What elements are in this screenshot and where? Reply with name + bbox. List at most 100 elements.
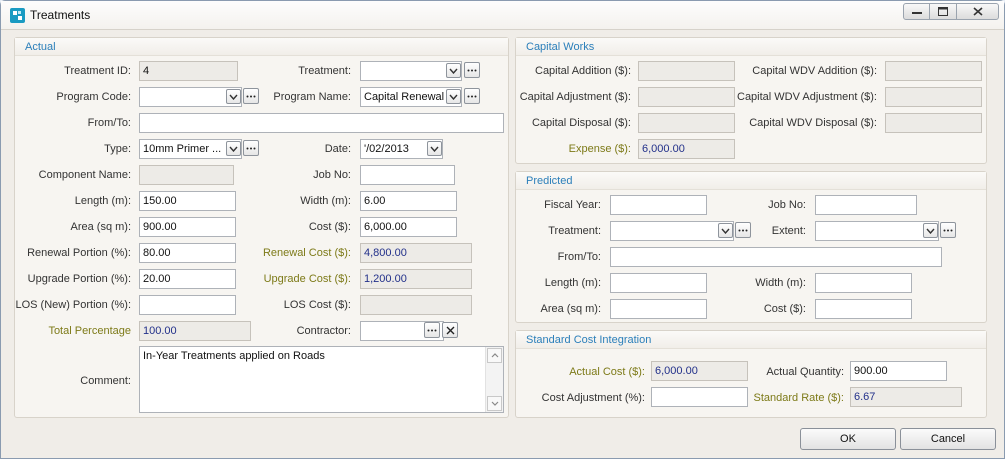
length-input[interactable]: 150.00	[139, 191, 236, 211]
date-dropdown-button[interactable]	[427, 141, 442, 156]
ellipsis-icon	[943, 229, 953, 231]
predicted-from-to-label: From/To:	[557, 251, 601, 263]
scroll-down-button[interactable]	[487, 396, 502, 411]
component-name-label: Component Name:	[38, 169, 131, 181]
predicted-header: Predicted	[516, 172, 986, 190]
area-input[interactable]: 900.00	[139, 217, 236, 237]
expense-field: 6,000.00	[638, 139, 735, 159]
capital-addition-field	[638, 61, 735, 81]
cost-adjustment-label: Cost Adjustment (%):	[541, 392, 645, 404]
contractor-label: Contractor:	[296, 325, 351, 337]
comment-scrollbar[interactable]	[485, 347, 503, 412]
width-label: Width (m):	[300, 195, 351, 207]
clear-icon	[446, 326, 454, 334]
capital-addition-label: Capital Addition ($):	[535, 65, 631, 77]
ellipsis-icon	[246, 95, 256, 97]
los-portion-label: LOS (New) Portion (%):	[15, 299, 131, 311]
minimize-button[interactable]	[903, 3, 930, 20]
treatment-lookup-button[interactable]	[464, 62, 480, 78]
treatments-window: Treatments Actual Treatment ID: 4 Treatm…	[0, 0, 1005, 459]
minimize-icon	[911, 11, 922, 14]
los-cost-label: LOS Cost ($):	[283, 299, 351, 311]
chevron-down-icon	[430, 146, 439, 152]
close-icon	[972, 7, 983, 16]
title-bar[interactable]: Treatments	[1, 1, 1004, 30]
program-name-lookup-button[interactable]	[464, 88, 480, 104]
capital-wdv-addition-label: Capital WDV Addition ($):	[752, 65, 877, 77]
fiscal-year-input[interactable]	[610, 195, 707, 215]
contractor-clear-button[interactable]	[442, 322, 458, 338]
predicted-treatment-label: Treatment:	[548, 225, 601, 237]
total-percentage-label: Total Percentage	[48, 325, 131, 337]
upgrade-cost-label: Upgrade Cost ($):	[263, 273, 351, 285]
ok-button[interactable]: OK	[800, 428, 896, 450]
capital-wdv-disposal-field	[885, 113, 982, 133]
program-code-dropdown-button[interactable]	[226, 89, 241, 104]
upgrade-portion-input[interactable]: 20.00	[139, 269, 236, 289]
job-no-input[interactable]	[360, 165, 455, 185]
extent-dropdown-button[interactable]	[923, 223, 938, 238]
los-portion-input[interactable]	[139, 295, 236, 315]
extent-lookup-button[interactable]	[940, 222, 956, 238]
chevron-down-icon	[449, 68, 458, 74]
treatment-id-label: Treatment ID:	[64, 65, 131, 77]
actual-quantity-input[interactable]: 900.00	[850, 361, 947, 381]
actual-cost-field: 6,000.00	[651, 361, 748, 381]
app-icon	[10, 8, 25, 23]
predicted-width-input[interactable]	[815, 273, 912, 293]
chevron-down-icon	[229, 146, 238, 152]
predicted-treatment-dropdown-button[interactable]	[718, 223, 733, 238]
predicted-area-input[interactable]	[610, 299, 707, 319]
capital-works-header: Capital Works	[516, 38, 986, 56]
treatment-label: Treatment:	[298, 65, 351, 77]
cost-label: Cost ($):	[308, 221, 351, 233]
capital-adjustment-label: Capital Adjustment ($):	[519, 91, 631, 103]
program-name-dropdown-button[interactable]	[446, 89, 461, 104]
close-button[interactable]	[956, 3, 999, 20]
los-cost-field	[360, 295, 472, 315]
comment-textarea[interactable]: In-Year Treatments applied on Roads	[139, 346, 504, 413]
area-label: Area (sq m):	[70, 221, 131, 233]
cost-input[interactable]: 6,000.00	[360, 217, 457, 237]
renewal-cost-label: Renewal Cost ($):	[262, 247, 351, 259]
total-percentage-field: 100.00	[139, 321, 251, 341]
type-lookup-button[interactable]	[243, 140, 259, 156]
capital-wdv-adjustment-label: Capital WDV Adjustment ($):	[737, 91, 877, 103]
cost-adjustment-input[interactable]	[651, 387, 748, 407]
comment-label: Comment:	[80, 375, 131, 387]
chevron-down-icon	[229, 94, 238, 100]
job-no-label: Job No:	[313, 169, 351, 181]
type-dropdown-button[interactable]	[226, 141, 241, 156]
standard-rate-field: 6.67	[850, 387, 962, 407]
from-to-input[interactable]	[139, 113, 504, 133]
capital-disposal-label: Capital Disposal ($):	[531, 117, 631, 129]
contractor-lookup-button[interactable]	[424, 322, 440, 338]
width-input[interactable]: 6.00	[360, 191, 457, 211]
upgrade-cost-field: 1,200.00	[360, 269, 472, 289]
renewal-portion-input[interactable]: 80.00	[139, 243, 236, 263]
treatment-dropdown-button[interactable]	[446, 63, 461, 78]
actual-quantity-label: Actual Quantity:	[766, 366, 844, 378]
renewal-portion-label: Renewal Portion (%):	[27, 247, 131, 259]
extent-select[interactable]	[815, 221, 939, 241]
chevron-down-icon	[491, 401, 498, 406]
predicted-cost-label: Cost ($):	[763, 303, 806, 315]
predicted-area-label: Area (sq m):	[540, 303, 601, 315]
treatment-id-field: 4	[139, 61, 238, 81]
chevron-down-icon	[721, 228, 730, 234]
predicted-width-label: Width (m):	[755, 277, 806, 289]
scroll-up-button[interactable]	[487, 348, 502, 363]
predicted-job-no-input[interactable]	[815, 195, 917, 215]
standard-cost-header: Standard Cost Integration	[516, 331, 986, 349]
ellipsis-icon	[467, 95, 477, 97]
chevron-down-icon	[926, 228, 935, 234]
capital-wdv-adjustment-field	[885, 87, 982, 107]
predicted-treatment-select[interactable]	[610, 221, 734, 241]
maximize-button[interactable]	[930, 3, 956, 20]
predicted-treatment-lookup-button[interactable]	[735, 222, 751, 238]
predicted-cost-input[interactable]	[815, 299, 912, 319]
cancel-button[interactable]: Cancel	[900, 428, 996, 450]
program-code-lookup-button[interactable]	[243, 88, 259, 104]
predicted-from-to-input[interactable]	[610, 247, 942, 267]
predicted-length-input[interactable]	[610, 273, 707, 293]
